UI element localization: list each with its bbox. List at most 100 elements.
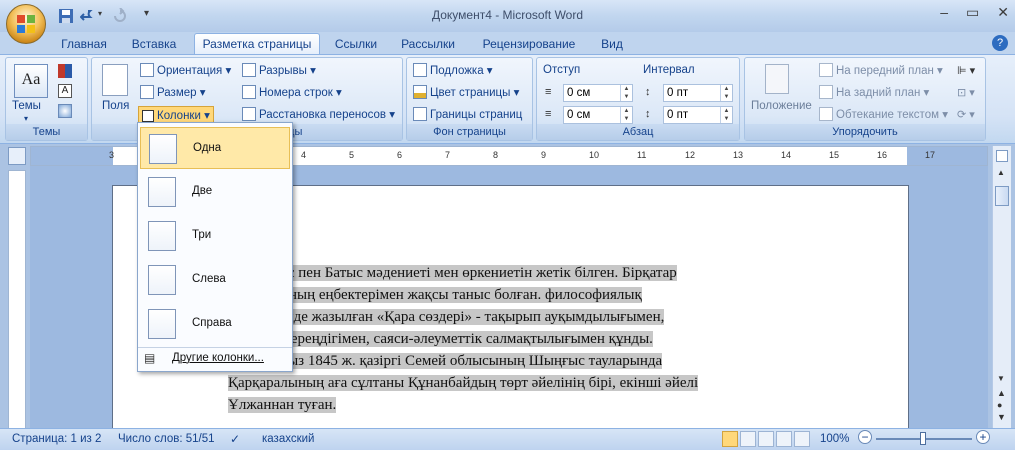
- help-icon[interactable]: ?: [992, 35, 1008, 51]
- align-icon[interactable]: ⊫ ▾: [957, 64, 975, 77]
- paragraph-group: Отступ Интервал ≡ 0 см ▲ ▼ ≡ 0 см ▲ ▼ ↕ 0 пт…: [536, 57, 740, 141]
- more-columns-item[interactable]: ▤ Другие колонки...: [140, 349, 290, 369]
- scroll-up-icon[interactable]: ▲: [997, 168, 1005, 177]
- themes-icon[interactable]: Aa: [14, 64, 48, 98]
- ruler-tick-label: 14: [781, 150, 792, 160]
- columns-two-item[interactable]: Две: [140, 171, 290, 213]
- columns-left-item[interactable]: Слева: [140, 259, 290, 301]
- close-button[interactable]: ✕: [997, 4, 1009, 24]
- orientation-button[interactable]: Ориентация ▾: [140, 62, 231, 80]
- right-column-icon: [148, 309, 176, 339]
- line-numbers-button[interactable]: Номера строк ▾: [242, 84, 342, 102]
- spacing-label: Интервал: [643, 64, 695, 76]
- bring-front-button[interactable]: На передний план ▾: [819, 62, 943, 80]
- arrange-group: Положение На передний план ▾ На задний п…: [744, 57, 986, 141]
- indent-left-field[interactable]: 0 см ▲ ▼: [563, 84, 633, 102]
- document-text[interactable]: ай Шығыс пен Батыс мәдениеті мен өркение…: [228, 262, 853, 416]
- ruler-tick-label: 7: [445, 150, 451, 160]
- spacing-after-field[interactable]: 0 пт ▲ ▼: [663, 106, 733, 124]
- page-color-button[interactable]: Цвет страницы ▾: [413, 84, 519, 102]
- full-screen-reading-icon[interactable]: [740, 431, 756, 447]
- theme-fonts-icon[interactable]: A: [58, 84, 72, 98]
- spacing-before-icon: ↕: [645, 86, 651, 98]
- doc-line-6: Қарқаралының аға сұлтаны Құнанбайдың төр…: [228, 375, 699, 391]
- margins-button-label[interactable]: Поля: [102, 100, 129, 112]
- size-icon: [140, 85, 154, 99]
- view-ruler-icon[interactable]: [996, 150, 1008, 162]
- tab-page-layout[interactable]: Разметка страницы: [194, 33, 320, 55]
- ruler-tick-label: 17: [925, 150, 936, 160]
- spacing-after-icon: ↕: [645, 108, 651, 120]
- watermark-button[interactable]: Подложка ▾: [413, 62, 493, 80]
- columns-three-item[interactable]: Три: [140, 215, 290, 257]
- outline-icon[interactable]: [776, 431, 792, 447]
- position-icon[interactable]: [765, 64, 789, 94]
- page-borders-button[interactable]: Границы страниц: [413, 106, 522, 124]
- vertical-ruler[interactable]: [8, 170, 26, 432]
- menu-divider: [138, 347, 292, 348]
- office-logo-icon: [17, 15, 35, 33]
- doc-line-2: шылдарының еңбектерімен жақсы таныс болғ…: [228, 287, 642, 303]
- themes-button-label[interactable]: Темы: [12, 100, 41, 112]
- tab-insert[interactable]: Вставка: [124, 34, 184, 54]
- tab-home[interactable]: Главная: [56, 34, 112, 54]
- vertical-scrollbar[interactable]: ▲ ▼ ▲ ● ▼: [992, 146, 1011, 428]
- indent-left-icon: ≡: [545, 86, 552, 98]
- zoom-slider-thumb[interactable]: [920, 432, 926, 445]
- ruler-tick-label: 12: [685, 150, 696, 160]
- spacing-before-stepper[interactable]: ▲ ▼: [720, 85, 732, 101]
- three-columns-icon: [148, 221, 176, 251]
- indent-left-stepper[interactable]: ▲ ▼: [620, 85, 632, 101]
- columns-one-item[interactable]: Одна: [140, 127, 290, 169]
- margins-icon[interactable]: [102, 64, 128, 96]
- text-wrap-button[interactable]: Обтекание текстом ▾: [819, 106, 948, 124]
- theme-colors-icon[interactable]: [58, 64, 72, 78]
- word-count[interactable]: Число слов: 51/51: [118, 433, 215, 445]
- next-page-icon[interactable]: ▼: [997, 412, 1006, 422]
- ruler-tick-label: 5: [349, 150, 355, 160]
- proofing-icon[interactable]: ✓: [230, 432, 240, 446]
- spacing-after-stepper[interactable]: ▲ ▼: [720, 107, 732, 123]
- tab-mailings[interactable]: Рассылки: [396, 34, 460, 54]
- ruler-tick-label: 4: [301, 150, 307, 160]
- zoom-in-icon[interactable]: +: [976, 430, 990, 444]
- tab-review[interactable]: Рецензирование: [474, 34, 584, 54]
- maximize-button[interactable]: ▭: [966, 4, 979, 24]
- themes-dropdown-icon[interactable]: ▾: [24, 114, 28, 123]
- position-button-label[interactable]: Положение: [751, 100, 812, 112]
- minimize-button[interactable]: –: [940, 4, 948, 24]
- send-back-button[interactable]: На задний план ▾: [819, 84, 929, 102]
- language-indicator[interactable]: казахский: [262, 433, 314, 445]
- theme-effects-icon[interactable]: [58, 104, 72, 118]
- ribbon-tab-bar: Главная Вставка Разметка страницы Ссылки…: [0, 32, 1015, 55]
- rotate-icon[interactable]: ⟳ ▾: [957, 108, 975, 121]
- tab-references[interactable]: Ссылки: [328, 34, 384, 54]
- browse-object-icon[interactable]: ●: [997, 400, 1002, 410]
- indent-right-stepper[interactable]: ▲ ▼: [620, 107, 632, 123]
- indent-right-field[interactable]: 0 см ▲ ▼: [563, 106, 633, 124]
- ruler-tick-label: 6: [397, 150, 403, 160]
- columns-right-item[interactable]: Справа: [140, 303, 290, 345]
- office-button[interactable]: [6, 4, 46, 44]
- print-layout-icon[interactable]: [722, 431, 738, 447]
- orientation-icon: [140, 63, 154, 77]
- draft-icon[interactable]: [794, 431, 810, 447]
- web-layout-icon[interactable]: [758, 431, 774, 447]
- scroll-down-icon[interactable]: ▼: [997, 374, 1005, 383]
- zoom-level[interactable]: 100%: [820, 433, 849, 445]
- page-borders-icon: [413, 107, 427, 121]
- breaks-button[interactable]: Разрывы ▾: [242, 62, 316, 80]
- previous-page-icon[interactable]: ▲: [997, 388, 1006, 398]
- spacing-before-field[interactable]: 0 пт ▲ ▼: [663, 84, 733, 102]
- group-icon[interactable]: ⊡ ▾: [957, 86, 975, 99]
- page-count[interactable]: Страница: 1 из 2: [12, 433, 101, 445]
- ruler-tab-selector[interactable]: [8, 147, 26, 165]
- zoom-out-icon[interactable]: −: [858, 430, 872, 444]
- tab-view[interactable]: Вид: [594, 34, 630, 54]
- one-column-icon: [149, 134, 177, 164]
- arrange-group-label: Упорядочить: [745, 124, 985, 140]
- scroll-thumb[interactable]: [995, 186, 1009, 206]
- themes-group: Aa Темы ▾ A Темы: [5, 57, 88, 141]
- size-button[interactable]: Размер ▾: [140, 84, 206, 102]
- ruler-tick-label: 3: [109, 150, 115, 160]
